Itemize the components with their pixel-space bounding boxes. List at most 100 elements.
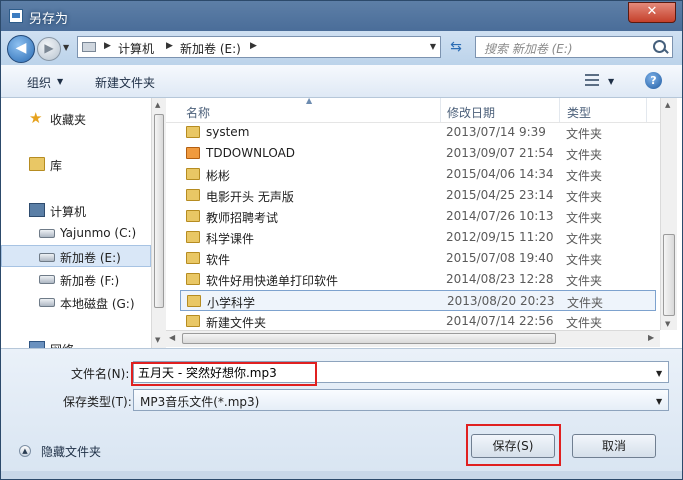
chevron-down-icon[interactable]: ▼ xyxy=(608,77,614,86)
nav-item-drive-f[interactable]: 新加卷 (F:) xyxy=(1,268,151,290)
folder-icon xyxy=(186,126,200,138)
folder-icon xyxy=(186,147,200,159)
file-name: 彬彬 xyxy=(206,169,231,183)
nav-item-label: 收藏夹 xyxy=(50,113,87,127)
main-area: ★ 收藏夹 库 计算机 Yajunmo (C:) 新加卷 (E:) 新加卷 (F… xyxy=(1,98,682,348)
file-type-value: MP3音乐文件(*.mp3) xyxy=(140,395,260,409)
file-type: 文件夹 xyxy=(566,190,603,204)
new-folder-button[interactable]: 新建文件夹 xyxy=(95,74,155,91)
refresh-button[interactable]: ⇆ xyxy=(445,36,467,58)
scroll-thumb[interactable] xyxy=(663,234,675,316)
column-header-row: ▲ 名称 修改日期 类型 xyxy=(166,98,660,123)
file-row[interactable]: 彬彬 2015/04/06 14:34 文件夹 xyxy=(180,164,656,185)
file-list: ▲ 名称 修改日期 类型 system 2013/07/14 9:39 文件夹 TDD… xyxy=(166,98,682,348)
help-icon[interactable]: ? xyxy=(645,72,662,89)
file-row[interactable]: 科学课件 2012/09/15 11:20 文件夹 xyxy=(180,227,656,248)
nav-item-label: 库 xyxy=(50,159,63,173)
scroll-thumb[interactable] xyxy=(154,114,164,308)
nav-item-libraries[interactable]: 库 xyxy=(1,153,151,175)
scroll-down-icon[interactable]: ▼ xyxy=(665,320,670,328)
filename-label: 文件名(N): xyxy=(71,367,130,381)
file-type: 文件夹 xyxy=(566,232,603,246)
search-icon[interactable] xyxy=(653,40,666,53)
address-row: ◀ ▶ ▼ ▶ 计算机 ▶ 新加卷 (E:) ▶ ▼ ⇆ 搜索 新加卷 (E:) xyxy=(1,31,682,65)
chevron-right-icon[interactable]: ▶ xyxy=(166,41,173,51)
scroll-up-icon[interactable]: ▲ xyxy=(665,101,670,109)
nav-item-drive-e[interactable]: 新加卷 (E:) xyxy=(1,245,151,267)
chevron-down-icon[interactable]: ▼ xyxy=(430,42,436,51)
view-options-icon[interactable] xyxy=(585,74,599,86)
file-row[interactable]: 教师招聘考试 2014/07/26 10:13 文件夹 xyxy=(180,206,656,227)
drive-icon xyxy=(39,253,55,262)
nav-item-drive-c[interactable]: Yajunmo (C:) xyxy=(1,222,151,244)
scroll-right-icon[interactable]: ▶ xyxy=(648,333,654,342)
file-type: 文件夹 xyxy=(566,316,603,330)
recent-pages-dropdown[interactable]: ▼ xyxy=(63,43,69,52)
breadcrumb-computer[interactable]: 计算机 xyxy=(118,40,154,57)
folder-icon xyxy=(187,295,201,307)
arrow-right-icon: ▶ xyxy=(44,41,54,55)
file-row[interactable]: 软件好用快递单打印软件 2014/08/23 12:28 文件夹 xyxy=(180,269,656,290)
refresh-icon: ⇆ xyxy=(450,39,462,55)
navigation-pane: ★ 收藏夹 库 计算机 Yajunmo (C:) 新加卷 (E:) 新加卷 (F… xyxy=(1,98,151,348)
file-row[interactable]: system 2013/07/14 9:39 文件夹 xyxy=(180,122,656,143)
file-name: system xyxy=(206,125,250,139)
nav-item-label: 计算机 xyxy=(50,205,87,219)
file-date: 2013/09/07 21:54 xyxy=(446,146,554,160)
file-row[interactable]: 软件 2015/07/08 19:40 文件夹 xyxy=(180,248,656,269)
search-placeholder: 搜索 新加卷 (E:) xyxy=(484,42,573,56)
nav-item-drive-g[interactable]: 本地磁盘 (G:) xyxy=(1,291,151,313)
nav-item-favorites[interactable]: ★ 收藏夹 xyxy=(1,107,151,129)
folder-icon xyxy=(186,210,200,222)
file-row[interactable]: TDDOWNLOAD 2013/09/07 21:54 文件夹 xyxy=(180,143,656,164)
nav-item-label: Yajunmo (C:) xyxy=(60,226,137,240)
organize-button[interactable]: 组织 xyxy=(27,74,51,91)
chevron-right-icon[interactable]: ▶ xyxy=(250,41,257,51)
column-type[interactable]: 类型 xyxy=(567,104,591,121)
scroll-thumb[interactable] xyxy=(182,333,556,344)
window-bottom-edge xyxy=(1,471,682,479)
computer-icon xyxy=(29,203,45,217)
column-date[interactable]: 修改日期 xyxy=(447,104,495,121)
file-row[interactable]: 电影开头 无声版 2015/04/25 23:14 文件夹 xyxy=(180,185,656,206)
chevron-down-icon[interactable]: ▼ xyxy=(656,369,662,378)
library-icon xyxy=(29,157,45,171)
file-list-horizontal-scrollbar[interactable]: ◀ ▶ xyxy=(166,330,660,347)
nav-item-network[interactable]: 网络 xyxy=(1,337,151,348)
search-input[interactable]: 搜索 新加卷 (E:) xyxy=(475,36,673,58)
file-list-vertical-scrollbar[interactable]: ▲ ▼ xyxy=(660,98,677,330)
title-bar: 另存为 ✕ xyxy=(1,1,682,31)
save-form: 文件名(N): ▼ 保存类型(T): MP3音乐文件(*.mp3) ▼ ▲ 隐藏… xyxy=(1,348,682,472)
chevron-down-icon[interactable]: ▼ xyxy=(57,77,63,86)
file-type-label: 保存类型(T): xyxy=(63,395,132,409)
file-row[interactable]: 小学科学 2013/08/20 20:23 文件夹 xyxy=(180,290,656,311)
file-type: 文件夹 xyxy=(566,274,603,288)
file-type-select[interactable]: MP3音乐文件(*.mp3) xyxy=(133,389,669,411)
chevron-down-icon[interactable]: ▼ xyxy=(656,397,662,406)
file-type: 文件夹 xyxy=(566,148,603,162)
column-name[interactable]: 名称 xyxy=(186,104,210,121)
file-date: 2013/07/14 9:39 xyxy=(446,125,546,139)
breadcrumb-drive-e[interactable]: 新加卷 (E:) xyxy=(180,40,241,57)
scroll-up-icon[interactable]: ▲ xyxy=(155,101,160,109)
sort-ascending-icon: ▲ xyxy=(306,98,313,105)
save-as-dialog: 另存为 ✕ ◀ ▶ ▼ ▶ 计算机 ▶ 新加卷 (E:) ▶ ▼ ⇆ 搜索 新加… xyxy=(0,0,683,480)
forward-button[interactable]: ▶ xyxy=(37,37,61,61)
file-name: 软件好用快递单打印软件 xyxy=(206,274,339,288)
network-icon xyxy=(29,341,45,348)
nav-item-computer[interactable]: 计算机 xyxy=(1,199,151,221)
file-row[interactable]: 新建文件夹 2014/07/14 22:56 文件夹 xyxy=(180,311,656,332)
nav-scrollbar[interactable]: ▲ ▼ xyxy=(151,98,166,348)
folder-icon xyxy=(186,273,200,285)
file-type: 文件夹 xyxy=(566,127,603,141)
address-bar[interactable]: ▶ 计算机 ▶ 新加卷 (E:) ▶ ▼ xyxy=(77,36,441,58)
chevron-right-icon[interactable]: ▶ xyxy=(104,41,111,51)
back-button[interactable]: ◀ xyxy=(7,35,35,63)
scroll-down-icon[interactable]: ▼ xyxy=(155,336,160,344)
scroll-left-icon[interactable]: ◀ xyxy=(169,333,175,342)
file-type: 文件夹 xyxy=(567,296,604,310)
file-date: 2012/09/15 11:20 xyxy=(446,230,554,244)
cancel-button[interactable]: 取消 xyxy=(572,434,656,458)
folder-icon xyxy=(186,231,200,243)
close-button[interactable]: ✕ xyxy=(628,2,676,23)
